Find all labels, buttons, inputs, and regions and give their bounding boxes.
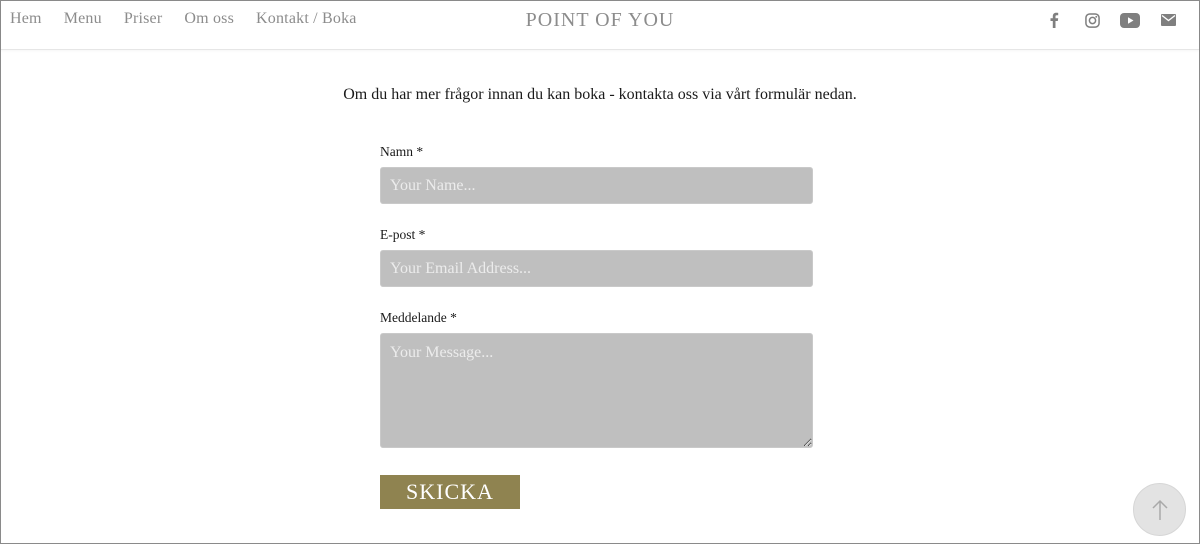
message-group: Meddelande * [380, 309, 813, 448]
youtube-icon[interactable] [1119, 11, 1141, 29]
contact-intro-text: Om du har mer frågor innan du kan boka -… [343, 86, 857, 103]
facebook-icon[interactable] [1043, 11, 1065, 29]
site-header: Hem Menu Priser Om oss Kontakt / Boka PO… [1, 1, 1199, 50]
name-group: Namn * [380, 143, 813, 204]
mail-icon[interactable] [1157, 11, 1179, 29]
name-label: Namn * [380, 144, 424, 159]
scroll-to-top-button[interactable] [1133, 483, 1186, 536]
instagram-icon[interactable] [1081, 11, 1103, 29]
message-textarea[interactable] [380, 333, 813, 448]
contact-form: Namn * E-post * Meddelande * [380, 143, 813, 470]
brand-logo[interactable]: POINT OF YOU [1, 7, 1199, 33]
email-group: E-post * [380, 226, 813, 287]
social-links [1043, 11, 1179, 29]
email-input[interactable] [380, 250, 813, 287]
email-label: E-post * [380, 227, 426, 242]
name-input[interactable] [380, 167, 813, 204]
message-label: Meddelande * [380, 310, 457, 325]
arrow-up-icon [1151, 499, 1168, 520]
submit-button[interactable]: SKICKA [380, 475, 520, 509]
